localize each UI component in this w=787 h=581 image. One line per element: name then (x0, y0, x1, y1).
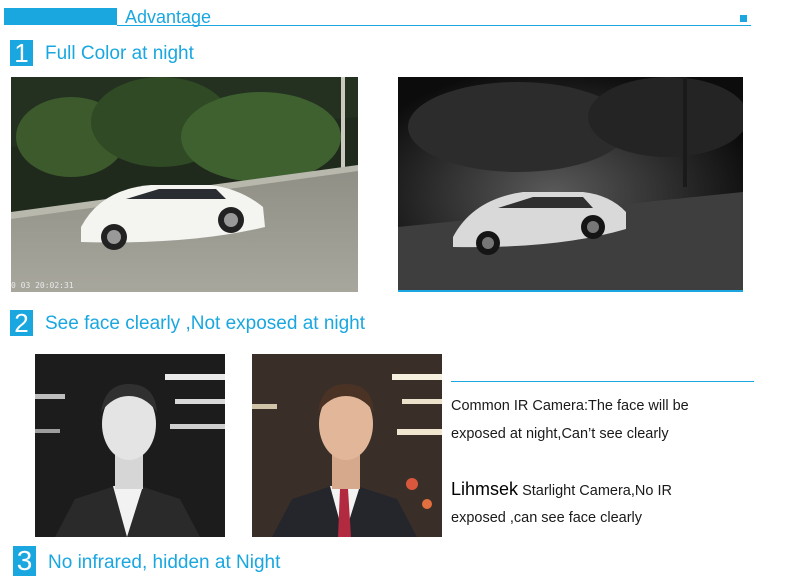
section-3-number: 3 (13, 546, 36, 576)
full-color-night-photo: 0 03 20:02:31 (11, 77, 358, 292)
starlight-line-1-text: Starlight Camera,No IR (522, 483, 672, 499)
brand-name: Lihmsek (451, 479, 519, 499)
timestamp-overlay: 0 03 20:02:31 (11, 281, 74, 290)
section-1-number: 1 (10, 40, 33, 66)
header-accent-bar (4, 8, 117, 25)
header-square-icon (740, 15, 747, 22)
starlight-line-2: exposed ,can see face clearly (451, 510, 643, 526)
ir-camera-line-2: exposed at night,Can’t see clearly (451, 426, 669, 442)
car-ir-night-image (398, 77, 743, 290)
section-1-title: Full Color at night (45, 43, 194, 64)
ir-face-photo (35, 354, 225, 537)
section-2-number: 2 (10, 310, 33, 336)
car-color-night-image (11, 77, 358, 292)
header-divider (117, 25, 751, 26)
section-2-title: See face clearly ,Not exposed at night (45, 313, 366, 334)
section-3-title: No infrared, hidden at Night (48, 552, 281, 573)
description-divider (451, 381, 754, 382)
starlight-line-1: Lihmsek Starlight Camera,No IR (451, 479, 672, 501)
face-starlight-image (252, 354, 442, 537)
ir-camera-line-1: Common IR Camera:The face will be (451, 398, 689, 414)
starlight-face-photo (252, 354, 442, 537)
face-ir-image (35, 354, 225, 537)
ir-night-photo (398, 77, 743, 292)
